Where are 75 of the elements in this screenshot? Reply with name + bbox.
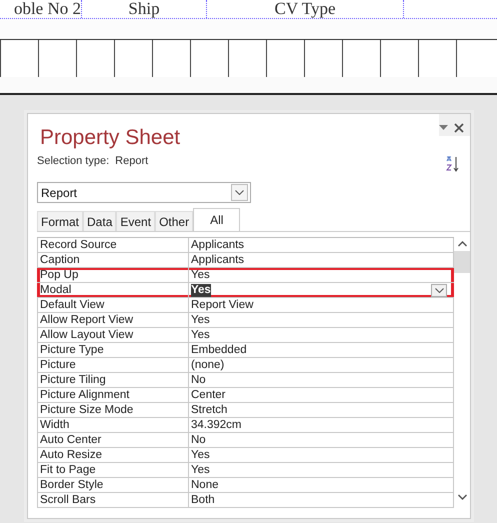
column-label: oble No 2 (0, 0, 82, 18)
selection-type-value: Report (115, 155, 148, 167)
value-dropdown-button[interactable] (431, 284, 447, 296)
property-name[interactable]: Caption (37, 253, 189, 267)
chevron-icon (434, 288, 444, 292)
property-value[interactable]: Yes (191, 448, 210, 462)
property-name[interactable]: Scroll Bars (37, 493, 189, 507)
property-row[interactable]: Auto Center No (37, 433, 454, 448)
property-row[interactable]: Caption Applicants (37, 253, 454, 268)
property-name[interactable]: Picture Tiling (37, 373, 189, 387)
property-value[interactable]: No (191, 434, 206, 446)
object-select[interactable]: Report (37, 182, 251, 203)
property-value[interactable]: Yes (191, 328, 210, 342)
tab[interactable]: Event (116, 211, 156, 231)
property-name[interactable]: Fit to Page (37, 463, 189, 477)
property-name[interactable]: Picture Size Mode (37, 403, 189, 417)
close-icon[interactable] (454, 123, 464, 133)
column-label: Ship (82, 0, 207, 18)
property-name[interactable]: Record Source (37, 238, 189, 252)
property-value[interactable]: (none) (191, 358, 224, 372)
property-value[interactable]: Yes (191, 464, 210, 476)
property-value[interactable]: Yes (191, 268, 210, 282)
property-row[interactable]: Record Source Applicants (37, 238, 454, 253)
property-name[interactable]: Default View (37, 298, 189, 312)
property-value[interactable]: Both (191, 494, 215, 506)
property-value[interactable]: 34.392cm (191, 418, 242, 432)
property-name[interactable]: Pop Up (37, 268, 189, 282)
property-name[interactable]: Allow Layout View (37, 328, 189, 342)
property-row[interactable]: Picture Size Mode Stretch (37, 403, 454, 418)
property-row[interactable]: Picture Type Embedded (37, 343, 454, 358)
property-value[interactable]: Stretch (191, 404, 228, 416)
property-row[interactable]: Picture (none) (37, 358, 454, 373)
scroll-down-icon[interactable] (458, 494, 466, 500)
sort-icon[interactable] (446, 156, 460, 172)
property-name[interactable]: Modal (37, 283, 189, 297)
scroll-thumb[interactable] (454, 251, 470, 273)
property-name[interactable]: Allow Report View (37, 313, 189, 327)
property-value[interactable]: No (191, 374, 206, 386)
property-value[interactable]: Yes (191, 314, 210, 326)
property-row[interactable]: Picture Alignment Center (37, 388, 454, 403)
tab[interactable]: Data (83, 211, 116, 231)
property-value[interactable]: Center (191, 388, 226, 402)
selection-type-label: Selection type: (37, 155, 110, 167)
property-name[interactable]: Border Style (37, 478, 189, 492)
property-row[interactable]: Modal Yes (37, 283, 454, 298)
property-name[interactable]: Picture Type (37, 343, 189, 357)
property-name[interactable]: Picture (37, 358, 189, 372)
property-row[interactable]: Picture Tiling No (37, 373, 454, 388)
tab[interactable]: All (193, 208, 240, 231)
tab[interactable]: Other (155, 211, 194, 231)
column-label: CV Type (207, 0, 404, 18)
property-row[interactable]: Allow Report View Yes (37, 313, 454, 328)
property-value[interactable]: None (191, 478, 218, 492)
property-row[interactable]: Allow Layout View Yes (37, 328, 454, 343)
property-name[interactable]: Auto Resize (37, 448, 189, 462)
scroll-up-icon[interactable] (458, 241, 466, 247)
property-value[interactable]: Applicants (191, 238, 244, 252)
property-row[interactable]: Auto Resize Yes (37, 448, 454, 463)
property-value[interactable]: Report View (191, 298, 254, 312)
property-name[interactable]: Width (37, 418, 189, 432)
property-row[interactable]: Default View Report View (37, 298, 454, 313)
property-value[interactable]: Yes (191, 284, 211, 296)
property-row[interactable]: Fit to Page Yes (37, 463, 454, 478)
dropdown-icon[interactable] (439, 125, 448, 131)
property-row[interactable]: Width 34.392cm (37, 418, 454, 433)
property-name[interactable]: Picture Alignment (37, 388, 189, 402)
chevron-icon (235, 190, 244, 195)
property-row[interactable]: Pop Up Yes (37, 268, 454, 283)
tab[interactable]: Format (37, 211, 84, 231)
property-value[interactable]: Embedded (191, 344, 247, 356)
property-row[interactable]: Scroll Bars Both (37, 493, 454, 508)
property-row[interactable]: Border Style None (37, 478, 454, 493)
property-name[interactable]: Auto Center (37, 433, 189, 447)
property-value[interactable]: Applicants (191, 254, 244, 266)
panel-title: Property Sheet (39, 125, 180, 150)
